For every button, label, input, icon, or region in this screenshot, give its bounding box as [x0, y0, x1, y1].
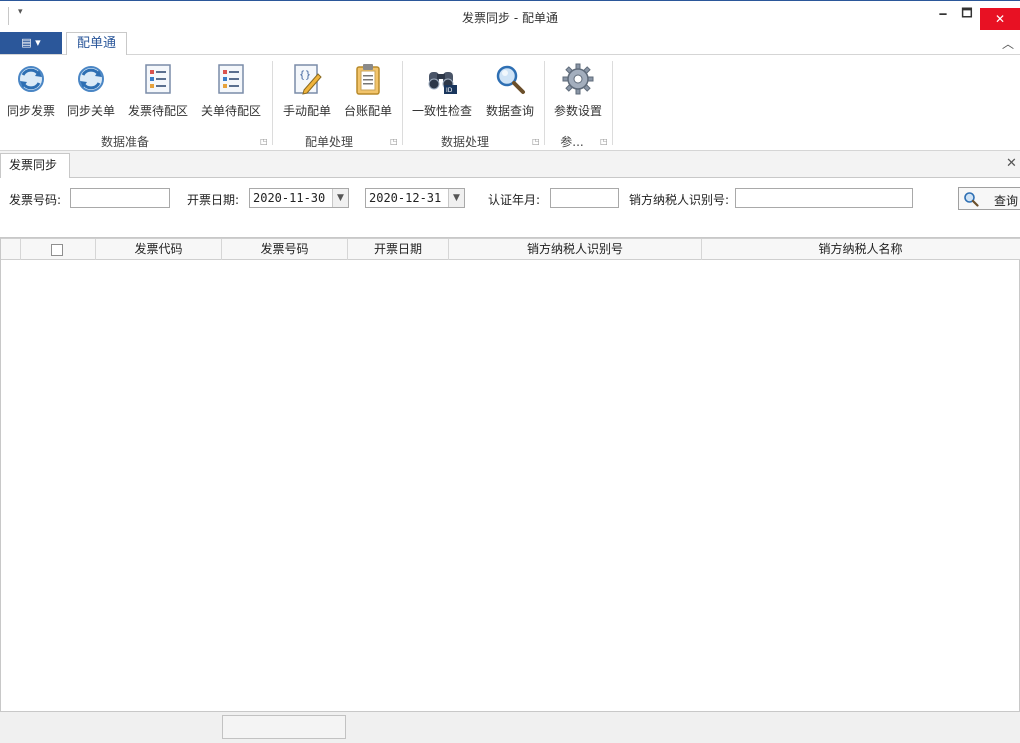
cert-month-label: 认证年月:	[488, 193, 541, 207]
ribbon-separator	[544, 61, 545, 145]
column-header-invoice-no[interactable]: 发票号码	[222, 239, 348, 260]
chevron-down-icon[interactable]: ▼	[448, 189, 464, 207]
select-all-checkbox[interactable]	[51, 244, 63, 256]
app-menu-button[interactable]: ▤ ▾	[0, 32, 62, 54]
binoculars-icon: ID	[428, 72, 457, 94]
date-to-value: 2020-12-31	[369, 191, 442, 205]
close-tab-icon[interactable]: ✕	[1006, 156, 1017, 171]
tab-peidantong[interactable]: 配单通	[66, 32, 127, 56]
status-footer	[0, 711, 1020, 743]
sync-customs-button[interactable]: 同步关单	[64, 59, 118, 119]
group-label-params: 参...	[560, 135, 584, 149]
document-tab-strip: 发票同步 ✕	[0, 151, 1020, 178]
invoice-no-label: 发票号码:	[9, 193, 62, 207]
customs-pending-label: 关单待配区	[200, 104, 261, 118]
consistency-check-button[interactable]: ID 一致性检查	[410, 59, 474, 119]
collapse-ribbon-icon[interactable]: ︿	[1002, 35, 1014, 52]
column-header-invoice-code[interactable]: 发票代码	[96, 239, 222, 260]
data-query-label: 数据查询	[485, 104, 534, 118]
sync-invoice-label: 同步发票	[6, 104, 55, 118]
window-title: 发票同步 - 配单通	[462, 11, 558, 25]
settings-label: 参数设置	[553, 104, 602, 118]
dialog-launcher-icon[interactable]: ◳	[390, 137, 398, 146]
sync-customs-label: 同步关单	[66, 104, 115, 118]
group-label-data-prep: 数据准备	[100, 135, 149, 149]
invoice-grid[interactable]: 发票代码 发票号码 开票日期 销方纳税人识别号 销方纳税人名称	[0, 238, 1020, 711]
issue-date-label: 开票日期:	[187, 193, 240, 207]
magnifier-icon	[496, 65, 525, 94]
ribbon-tab-bar: ▤ ▾ 配单通 ︿	[0, 31, 1020, 56]
query-button[interactable]: 查询	[958, 187, 1020, 210]
column-header-seller-tax-id[interactable]: 销方纳税人识别号	[449, 239, 702, 260]
ledger-match-button[interactable]: 台账配单	[341, 59, 395, 119]
sync-icon	[18, 66, 44, 92]
filter-panel: 发票号码: 开票日期: 2020-11-30 ▼ 2020-12-31 ▼ 认证…	[0, 178, 1020, 238]
manual-match-label: 手动配单	[282, 104, 331, 118]
data-query-button[interactable]: 数据查询	[483, 59, 537, 119]
date-to-picker[interactable]: 2020-12-31 ▼	[365, 188, 465, 208]
sync-invoice-button[interactable]: 同步发票	[4, 59, 58, 119]
svg-text:ID: ID	[446, 87, 453, 94]
seller-tax-id-label: 销方纳税人识别号:	[629, 193, 730, 207]
cert-month-input[interactable]	[550, 188, 619, 208]
invoice-pending-label: 发票待配区	[127, 104, 188, 118]
date-from-picker[interactable]: 2020-11-30 ▼	[249, 188, 349, 208]
sync-icon	[78, 66, 104, 92]
column-header-seller-name[interactable]: 销方纳税人名称	[702, 239, 1019, 260]
seller-tax-id-input[interactable]	[735, 188, 913, 208]
date-from-value: 2020-11-30	[253, 191, 326, 205]
gear-icon	[562, 63, 594, 95]
close-button[interactable]: ✕	[980, 8, 1020, 30]
list-icon	[218, 64, 244, 94]
search-icon	[964, 192, 979, 207]
consistency-check-label: 一致性检查	[411, 104, 472, 118]
clipboard-icon	[356, 64, 380, 95]
dialog-launcher-icon[interactable]: ◳	[600, 137, 608, 146]
query-label: 查询	[994, 194, 1019, 208]
select-all-column	[21, 239, 96, 260]
tab-invoice-sync[interactable]: 发票同步	[0, 153, 70, 178]
group-label-data-process: 数据处理	[440, 135, 489, 149]
ribbon-separator	[272, 61, 273, 145]
ribbon-separator	[402, 61, 403, 145]
customs-pending-button[interactable]: 关单待配区	[199, 59, 263, 119]
maximize-button[interactable]: 🗖	[952, 1, 982, 25]
dialog-launcher-icon[interactable]: ◳	[532, 137, 540, 146]
group-label-match: 配单处理	[304, 135, 353, 149]
ribbon: 同步发票 同步关单 发票待配区 关单待配区 {} 手动配单 台账配单 ID 一致…	[0, 55, 1020, 151]
dialog-launcher-icon[interactable]: ◳	[260, 137, 268, 146]
list-icon	[145, 64, 171, 94]
manual-match-button[interactable]: {} 手动配单	[280, 59, 334, 119]
ribbon-separator	[612, 61, 613, 145]
svg-text:{}: {}	[299, 70, 311, 81]
invoice-no-input[interactable]	[70, 188, 170, 208]
edit-icon: {}	[294, 64, 322, 95]
row-indicator-header	[1, 239, 21, 260]
chevron-down-icon[interactable]: ▼	[332, 189, 348, 207]
invoice-pending-button[interactable]: 发票待配区	[126, 59, 190, 119]
settings-button[interactable]: 参数设置	[551, 59, 605, 119]
footer-panel	[222, 715, 346, 739]
column-header-issue-date[interactable]: 开票日期	[348, 239, 449, 260]
title-bar: ▾ 发票同步 - 配单通 🗕 🗖 ✕	[0, 0, 1020, 31]
ledger-match-label: 台账配单	[343, 104, 392, 118]
grid-header: 发票代码 发票号码 开票日期 销方纳税人识别号 销方纳税人名称	[1, 238, 1020, 260]
